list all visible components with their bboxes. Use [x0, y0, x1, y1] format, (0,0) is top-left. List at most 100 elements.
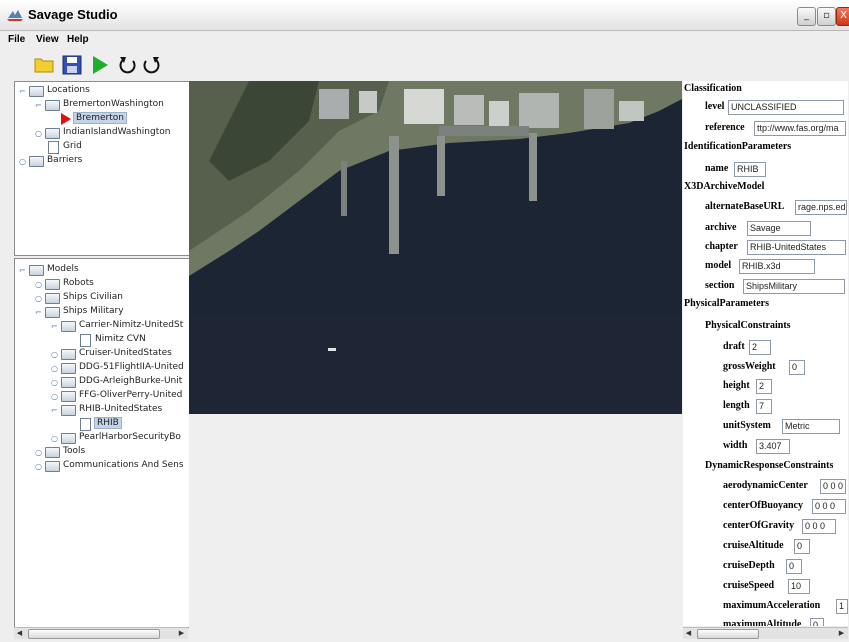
maximum-altitude-label: maximumAltitude	[723, 619, 802, 626]
cruise-depth-field[interactable]: 0	[786, 559, 802, 574]
center-of-gravity-label: centerOfGravity	[723, 520, 795, 531]
map-viewport[interactable]	[189, 81, 682, 642]
open-folder-icon[interactable]	[33, 54, 55, 76]
folder-icon	[45, 307, 60, 318]
scroll-left-arrow-icon[interactable]: ◀	[683, 628, 694, 639]
draft-label: draft	[723, 341, 745, 352]
minimize-button[interactable]: _	[797, 7, 816, 26]
folder-icon	[61, 321, 76, 332]
draft-field[interactable]: 2	[749, 340, 771, 355]
level-field[interactable]: UNCLASSIFIED	[728, 100, 844, 115]
alternate-base-url-label: alternateBaseURL	[705, 201, 785, 212]
collapse-toggle-icon[interactable]: ○	[51, 350, 58, 359]
folder-icon	[29, 265, 44, 276]
folder-icon	[29, 156, 44, 167]
folder-icon	[61, 349, 76, 360]
collapse-toggle-icon[interactable]: ○	[35, 280, 42, 289]
center-of-buoyancy-field[interactable]: 0 0 0	[812, 499, 846, 514]
maximum-acceleration-field[interactable]: 1	[836, 599, 848, 614]
archive-field[interactable]: Savage	[747, 221, 811, 236]
close-button[interactable]: X	[836, 7, 849, 26]
folder-icon	[45, 461, 60, 472]
reference-field[interactable]: ttp://www.fas.org/ma	[754, 121, 846, 136]
cruise-speed-field[interactable]: 10	[788, 579, 810, 594]
section-x3d-archive-model: X3DArchiveModel	[684, 181, 765, 192]
scroll-thumb[interactable]	[28, 629, 160, 639]
expand-toggle-icon[interactable]: ⌐	[19, 87, 26, 96]
section-identification-parameters: IdentificationParameters	[684, 141, 792, 152]
aerodynamic-center-label: aerodynamicCenter	[723, 480, 808, 491]
alternate-base-url-field[interactable]: rage.nps.ed	[795, 200, 847, 215]
chapter-field[interactable]: RHIB-UnitedStates	[747, 240, 846, 255]
section-field[interactable]: ShipsMilitary	[743, 279, 845, 294]
width-field[interactable]: 3.407	[756, 439, 790, 454]
folder-icon	[45, 100, 60, 111]
folder-icon	[61, 363, 76, 374]
archive-label: archive	[705, 222, 737, 233]
folder-icon	[61, 377, 76, 388]
name-label: name	[705, 163, 729, 174]
reference-label: reference	[705, 122, 745, 133]
save-disk-icon[interactable]	[61, 54, 83, 76]
undo-icon[interactable]	[117, 54, 139, 76]
maximize-button[interactable]: ▫	[817, 7, 836, 26]
model-field[interactable]: RHIB.x3d	[739, 259, 815, 274]
document-icon	[48, 141, 59, 154]
section-physical-constraints: PhysicalConstraints	[705, 320, 791, 331]
scroll-right-arrow-icon[interactable]: ▶	[836, 628, 847, 639]
expand-toggle-icon[interactable]: ⌐	[51, 406, 58, 415]
document-icon	[80, 418, 91, 431]
aerodynamic-center-field[interactable]: 0 0 0	[820, 479, 846, 494]
folder-icon	[61, 405, 76, 416]
collapse-toggle-icon[interactable]: ○	[35, 129, 42, 138]
unit-system-field[interactable]: Metric	[782, 419, 840, 434]
collapse-toggle-icon[interactable]: ○	[35, 294, 42, 303]
chapter-label: chapter	[705, 241, 738, 252]
collapse-toggle-icon[interactable]: ○	[51, 364, 58, 373]
name-field[interactable]: RHIB	[734, 162, 766, 177]
maximum-acceleration-label: maximumAcceleration	[723, 600, 821, 611]
scroll-thumb[interactable]	[697, 629, 759, 639]
collapse-toggle-icon[interactable]: ○	[51, 378, 58, 387]
cruise-speed-label: cruiseSpeed	[723, 580, 775, 591]
menu-view[interactable]: View	[36, 34, 59, 45]
collapse-toggle-icon[interactable]: ○	[51, 392, 58, 401]
properties-horizontal-scrollbar[interactable]: ◀ ▶	[683, 627, 848, 639]
expand-toggle-icon[interactable]: ⌐	[19, 266, 26, 275]
folder-icon	[45, 128, 60, 139]
app-window: Savage Studio _ ▫ X File View Help ⌐ Loc…	[0, 0, 849, 642]
section-label: section	[705, 280, 735, 291]
title-bar: Savage Studio _ ▫ X	[0, 0, 849, 31]
gross-weight-label: grossWeight	[723, 361, 776, 372]
expand-toggle-icon[interactable]: ⌐	[35, 308, 42, 317]
collapse-toggle-icon[interactable]: ○	[51, 434, 58, 443]
expand-toggle-icon[interactable]: ⌐	[51, 322, 58, 331]
maximum-altitude-field[interactable]: 0	[810, 618, 824, 626]
expand-toggle-icon[interactable]: ⌐	[35, 101, 42, 110]
collapse-toggle-icon[interactable]: ○	[19, 157, 26, 166]
model-label: model	[705, 260, 732, 271]
gross-weight-field[interactable]: 0	[789, 360, 805, 375]
models-tree-panel: ⌐ Models ○ Robots ○ Ships Civilian ⌐ Shi…	[14, 258, 190, 628]
center-of-gravity-field[interactable]: 0 0 0	[802, 519, 836, 534]
collapse-toggle-icon[interactable]: ○	[35, 448, 42, 457]
scroll-right-arrow-icon[interactable]: ▶	[176, 628, 187, 639]
menu-file[interactable]: File	[8, 34, 25, 45]
length-field[interactable]: 7	[756, 399, 772, 414]
level-label: level	[705, 101, 725, 112]
play-icon[interactable]	[89, 54, 111, 76]
section-dynamic-response-constraints: DynamicResponseConstraints	[705, 460, 834, 471]
cruise-altitude-field[interactable]: 0	[794, 539, 810, 554]
folder-icon	[61, 433, 76, 444]
redo-icon[interactable]	[140, 54, 162, 76]
folder-icon	[29, 86, 44, 97]
models-horizontal-scrollbar[interactable]: ◀ ▶	[14, 627, 188, 639]
window-title: Savage Studio	[28, 7, 118, 22]
collapse-toggle-icon[interactable]: ○	[35, 462, 42, 471]
height-field[interactable]: 2	[756, 379, 772, 394]
scroll-left-arrow-icon[interactable]: ◀	[14, 628, 25, 639]
cruise-altitude-label: cruiseAltitude	[723, 540, 784, 551]
menu-help[interactable]: Help	[67, 34, 89, 45]
red-pointer-icon	[61, 113, 71, 125]
satellite-map-image	[189, 81, 682, 414]
